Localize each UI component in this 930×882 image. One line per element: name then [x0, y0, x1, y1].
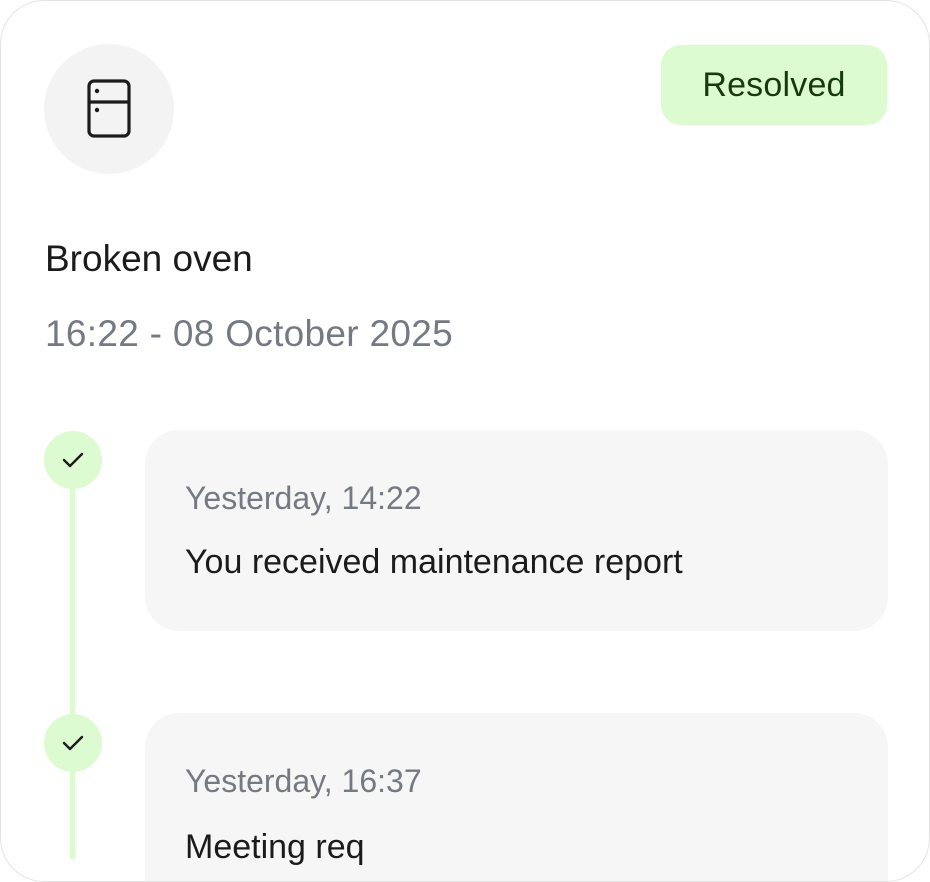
- event-text: Meeting req: [185, 828, 365, 866]
- fridge-icon: [87, 79, 131, 138]
- event-time: Yesterday, 16:37: [185, 763, 422, 799]
- page-title: Broken oven: [45, 238, 253, 279]
- request-card: Resolved Broken oven 16:22 - 08 October …: [0, 0, 930, 882]
- check-icon: [62, 452, 84, 468]
- timeline-line: [70, 459, 75, 859]
- status-badge: Resolved: [661, 45, 887, 125]
- event-text: You received maintenance report: [185, 543, 683, 581]
- check-icon: [62, 735, 84, 751]
- timeline-event[interactable]: Yesterday, 14:22 You received maintenanc…: [145, 430, 888, 631]
- appliance-avatar: [44, 44, 174, 174]
- request-timestamp: 16:22 - 08 October 2025: [45, 313, 454, 354]
- timeline-event[interactable]: Yesterday, 16:37 Meeting req: [145, 713, 888, 881]
- event-time: Yesterday, 14:22: [185, 480, 422, 516]
- timeline-dot: [44, 431, 102, 489]
- timeline-dot: [44, 714, 102, 772]
